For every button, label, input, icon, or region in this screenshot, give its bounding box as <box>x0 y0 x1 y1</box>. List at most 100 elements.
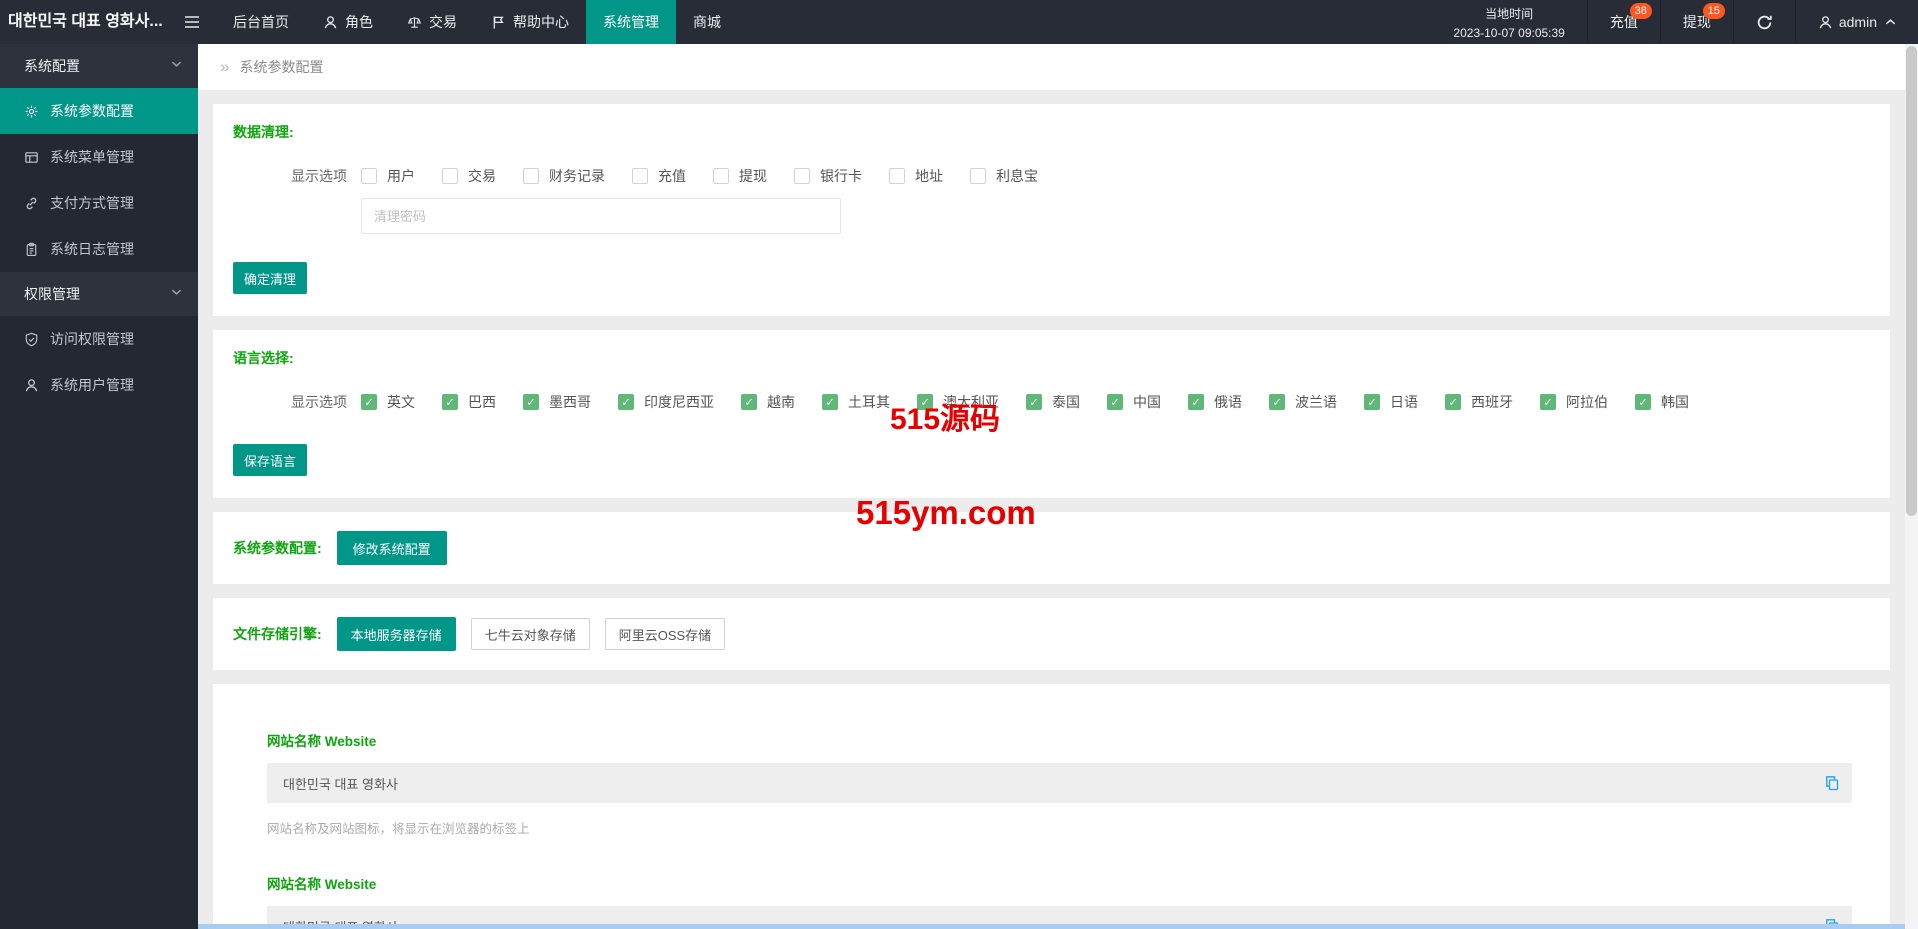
checkbox-lang-china[interactable]: 中国 <box>1107 392 1161 412</box>
checkbox-trade[interactable]: 交易 <box>442 166 496 186</box>
checkbox-checked[interactable] <box>741 394 757 410</box>
checkbox-lang-thailand[interactable]: 泰国 <box>1026 392 1080 412</box>
page-scrollbar[interactable] <box>1905 44 1918 929</box>
bottom-highlight-strip <box>198 924 1905 929</box>
sidebar-group-system-config[interactable]: 系统配置 <box>0 44 198 88</box>
checkbox-lang-australia[interactable]: 澳大利亚 <box>917 392 999 412</box>
sidebar-item-payment-method-management[interactable]: 支付方式管理 <box>0 180 198 226</box>
checkbox-checked[interactable] <box>1364 394 1380 410</box>
storage-local-button[interactable]: 本地服务器存储 <box>336 617 456 651</box>
language-card: 语言选择: 显示选项 英文 巴西 墨西哥 印度尼西亚 越南 土耳其 澳大利亚 泰… <box>213 330 1890 498</box>
options-label: 显示选项 <box>291 394 347 410</box>
checkbox[interactable] <box>442 168 458 184</box>
save-language-button[interactable]: 保存语言 <box>233 444 308 476</box>
checkbox[interactable] <box>889 168 905 184</box>
checkbox-lang-korea[interactable]: 韩国 <box>1635 392 1689 412</box>
shield-check-icon <box>24 332 39 347</box>
top-header: 대한민국 대표 영화사... 后台首页 角色 交易 帮助中心 系统管理 商城 当… <box>0 0 1918 44</box>
checkbox-lang-turkey[interactable]: 土耳其 <box>822 392 890 412</box>
checkbox[interactable] <box>970 168 986 184</box>
checkbox-checked[interactable] <box>442 394 458 410</box>
chevron-down-icon <box>171 288 182 296</box>
checkbox[interactable] <box>794 168 810 184</box>
checkbox[interactable] <box>713 168 729 184</box>
chevron-down-icon <box>171 60 182 68</box>
copy-icon[interactable] <box>1824 775 1840 791</box>
checkbox-checked[interactable] <box>361 394 377 410</box>
breadcrumb-arrows-icon: » <box>220 57 230 76</box>
checkbox-interest-treasure[interactable]: 利息宝 <box>970 166 1038 186</box>
sidebar-item-system-log-management[interactable]: 系统日志管理 <box>0 226 198 272</box>
nav-item-mall[interactable]: 商城 <box>676 0 738 44</box>
checkbox-checked[interactable] <box>822 394 838 410</box>
checkbox[interactable] <box>632 168 648 184</box>
checkbox-checked[interactable] <box>917 394 933 410</box>
clean-password-input[interactable] <box>361 198 841 234</box>
checkbox-lang-english[interactable]: 英文 <box>361 392 415 412</box>
hamburger-icon <box>184 15 200 29</box>
scrollbar-thumb[interactable] <box>1906 46 1917 516</box>
checkbox-lang-brazil[interactable]: 巴西 <box>442 392 496 412</box>
checkbox-users[interactable]: 用户 <box>361 166 415 186</box>
storage-aliyun-oss-button[interactable]: 阿里云OSS存储 <box>604 618 726 650</box>
language-options-row: 显示选项 英文 巴西 墨西哥 印度尼西亚 越南 土耳其 澳大利亚 泰国 中国 俄… <box>233 392 1870 412</box>
checkbox-checked[interactable] <box>1188 394 1204 410</box>
checkbox-checked[interactable] <box>1540 394 1556 410</box>
link-icon <box>24 196 39 211</box>
website-settings-card: 网站名称 Website 대한민국 대표 영화사 网站名称及网站图标，将显示在浏… <box>213 684 1890 929</box>
sidebar-item-system-menu-management[interactable]: 系统菜单管理 <box>0 134 198 180</box>
checkbox-checked[interactable] <box>1107 394 1123 410</box>
checkbox-bank-card[interactable]: 银行卡 <box>794 166 862 186</box>
data-clean-title: 数据清理: <box>233 124 294 140</box>
refresh-button[interactable] <box>1732 0 1795 44</box>
checkbox-lang-arabic[interactable]: 阿拉伯 <box>1540 392 1608 412</box>
confirm-clean-button[interactable]: 确定清理 <box>233 262 308 294</box>
checkbox-checked[interactable] <box>618 394 634 410</box>
main-content: » 系统参数配置 数据清理: 显示选项 用户 交易 财务记录 充值 提现 银行卡… <box>198 44 1905 929</box>
nav-item-trade[interactable]: 交易 <box>390 0 474 44</box>
checkbox[interactable] <box>361 168 377 184</box>
clean-password-row <box>361 198 1870 234</box>
nav-item-dashboard[interactable]: 后台首页 <box>216 0 306 44</box>
checkbox-address[interactable]: 地址 <box>889 166 943 186</box>
nav-item-help-center[interactable]: 帮助中心 <box>474 0 586 44</box>
website-name-input[interactable]: 대한민국 대표 영화사 <box>267 763 1852 803</box>
recharge-badge: 38 <box>1629 3 1652 19</box>
storage-qiniu-button[interactable]: 七牛云对象存储 <box>470 618 590 650</box>
checkbox[interactable] <box>523 168 539 184</box>
checkbox-checked[interactable] <box>523 394 539 410</box>
user-menu[interactable]: admin <box>1794 0 1918 44</box>
breadcrumb: » 系统参数配置 <box>198 44 1905 90</box>
checkbox-lang-spain[interactable]: 西班牙 <box>1445 392 1513 412</box>
modify-system-config-button[interactable]: 修改系统配置 <box>336 531 447 565</box>
sidebar-item-system-user-management[interactable]: 系统用户管理 <box>0 362 198 408</box>
checkbox-lang-russian[interactable]: 俄语 <box>1188 392 1242 412</box>
checkbox-recharge[interactable]: 充值 <box>632 166 686 186</box>
local-time-label: 当地时间 <box>1485 6 1534 21</box>
checkbox-lang-mexico[interactable]: 墨西哥 <box>523 392 591 412</box>
checkbox-checked[interactable] <box>1445 394 1461 410</box>
checkbox-lang-polish[interactable]: 波兰语 <box>1269 392 1337 412</box>
nav-item-system-management[interactable]: 系统管理 <box>586 0 676 44</box>
collapse-sidebar-button[interactable] <box>168 0 216 44</box>
sidebar-item-system-param-config[interactable]: 系统参数配置 <box>0 88 198 134</box>
top-nav: 后台首页 角色 交易 帮助中心 系统管理 商城 <box>216 0 738 44</box>
checkbox-checked[interactable] <box>1269 394 1285 410</box>
checkbox-finance-records[interactable]: 财务记录 <box>523 166 605 186</box>
checkbox-withdraw[interactable]: 提现 <box>713 166 767 186</box>
nav-item-roles[interactable]: 角色 <box>306 0 390 44</box>
recharge-button[interactable]: 充值 38 <box>1586 0 1660 44</box>
user-icon <box>323 15 338 30</box>
clipboard-icon <box>24 242 39 257</box>
website-name-help: 网站名称及网站图标，将显示在浏览器的标签上 <box>267 822 530 836</box>
checkbox-lang-indonesia[interactable]: 印度尼西亚 <box>618 392 714 412</box>
withdraw-button[interactable]: 提现 15 <box>1659 0 1733 44</box>
checkbox-lang-vietnam[interactable]: 越南 <box>741 392 795 412</box>
checkbox-checked[interactable] <box>1026 394 1042 410</box>
sidebar-group-permission-management[interactable]: 权限管理 <box>0 272 198 316</box>
sidebar-item-access-permission-management[interactable]: 访问权限管理 <box>0 316 198 362</box>
checkbox-checked[interactable] <box>1635 394 1651 410</box>
checkbox-lang-japanese[interactable]: 日语 <box>1364 392 1418 412</box>
username: admin <box>1838 14 1877 30</box>
storage-engine-label: 文件存储引擎: <box>233 626 322 642</box>
